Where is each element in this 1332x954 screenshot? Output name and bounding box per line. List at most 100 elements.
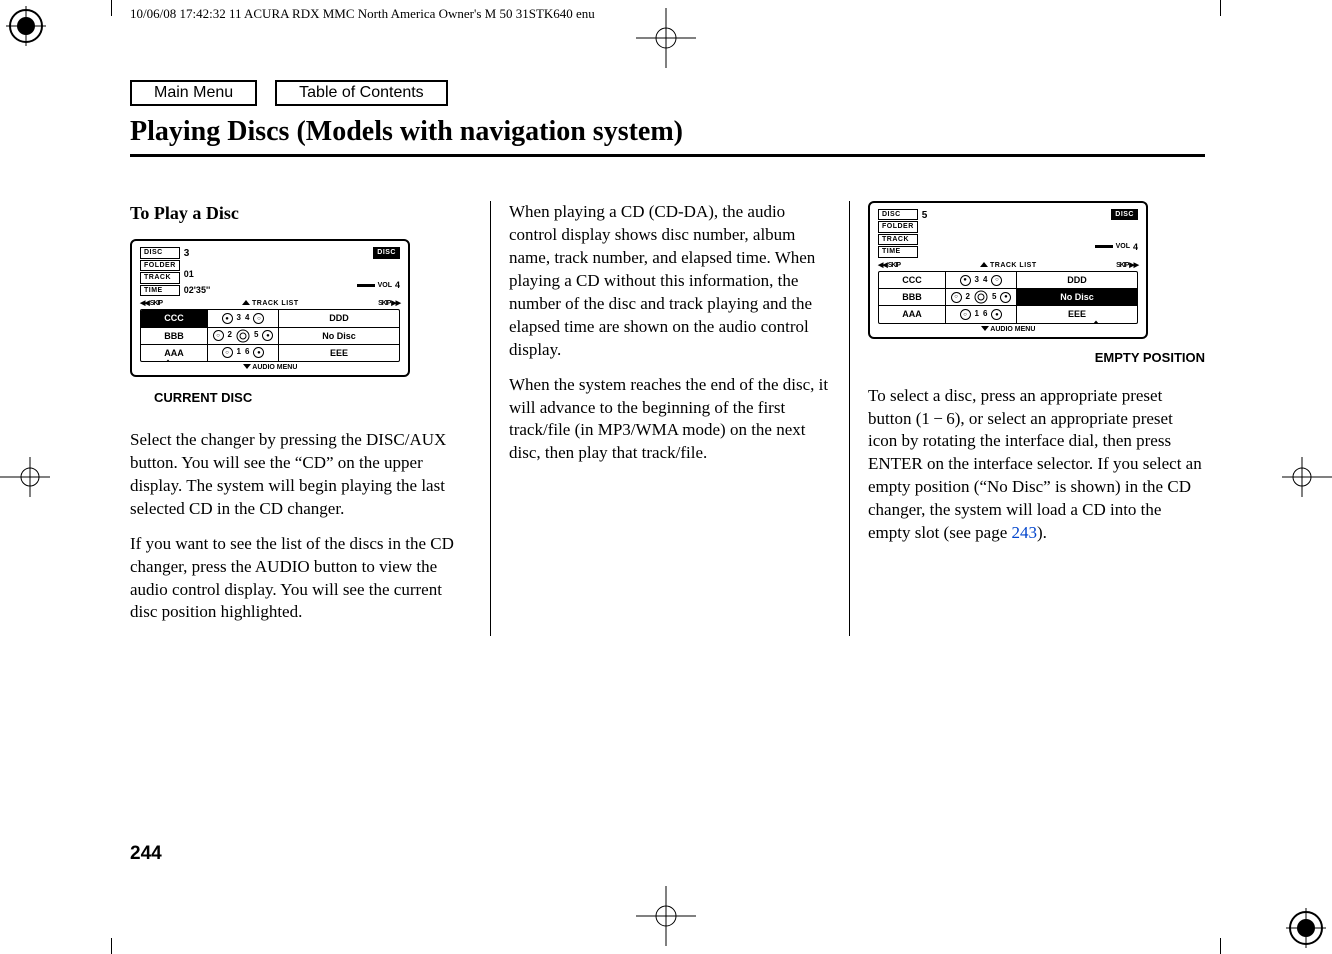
preset-3: 3 [237,313,241,324]
preset-eee: EEE [1017,306,1137,322]
time-label: TIME [140,285,180,296]
preset-bbb: BBB [141,328,208,344]
body-text: Select the changer by pressing the DISC/… [130,429,472,521]
disc-badge: DISC [1111,209,1138,220]
preset-6: 6 [983,309,987,320]
body-text: To select a disc, press an appropriate p… [868,385,1205,546]
vol-label: VOL [1116,242,1130,251]
header-timestamp: 10/06/08 17:42:32 11 ACURA RDX MMC North… [130,6,595,22]
preset-ccc: CCC [141,310,208,326]
triangle-down-icon [243,364,251,369]
crosshair-icon [636,8,696,68]
elapsed-time: 02'35'' [184,284,210,296]
preset-ccc: CCC [879,272,946,288]
preset-icon: ● [222,313,233,324]
preset-ddd: DDD [279,310,399,326]
crosshair-icon [1282,457,1332,497]
triangle-up-icon [242,300,250,305]
skip-fwd-label: SKIP ▶▶ [378,299,400,308]
preset-icon: ○ [960,309,971,320]
preset-2: 2 [228,330,232,341]
page-title: Playing Discs (Models with navigation sy… [130,112,1205,157]
column-1: To Play a Disc DISC FOLDER TRACK TIME [130,201,490,636]
preset-icon: ○ [222,347,233,358]
disc-label: DISC [878,209,918,220]
crosshair-icon [0,457,50,497]
preset-bbb: BBB [879,289,946,305]
track-list-label: TRACK LIST [990,262,1037,269]
preset-2: 2 [966,292,970,303]
preset-eee: EEE [279,345,399,361]
audio-menu-label: AUDIO MENU [252,364,297,371]
preset-icon: ○ [991,275,1002,286]
page-number: 244 [130,843,162,865]
body-text-part: To select a disc, press an appropriate p… [868,386,1202,543]
column-2: When playing a CD (CD-DA), the audio con… [490,201,850,636]
audio-display-figure-2: DISC FOLDER TRACK TIME 5 DISC VOL 4 [868,201,1148,339]
track-label: TRACK [878,234,918,245]
empty-position-label: EMPTY POSITION [868,349,1205,367]
preset-1: 1 [237,347,241,358]
folder-label: FOLDER [878,221,918,232]
preset-icon: ● [1000,292,1011,303]
disc-number: 5 [922,209,928,223]
dial-icon [974,290,988,304]
columns: To Play a Disc DISC FOLDER TRACK TIME [130,201,1205,636]
time-label: TIME [878,246,918,257]
body-text: When playing a CD (CD-DA), the audio con… [509,201,831,362]
volume-bar-icon [1095,245,1113,248]
skip-back-label: ◀◀ SKIP [140,299,162,308]
skip-fwd-label: SKIP ▶▶ [1116,261,1138,270]
column-3: DISC FOLDER TRACK TIME 5 DISC VOL 4 [850,201,1205,636]
body-text: When the system reaches the end of the d… [509,374,831,466]
preset-icon: ● [991,309,1002,320]
disc-number: 3 [184,247,210,261]
content-area: Main Menu Table of Contents Playing Disc… [130,80,1205,636]
track-number: 01 [184,268,210,280]
preset-4: 4 [245,313,249,324]
preset-icon: ● [262,330,273,341]
preset-icon: ○ [213,330,224,341]
subheading: To Play a Disc [130,201,472,225]
preset-icon: ○ [253,313,264,324]
crop-mark [1220,0,1221,16]
vol-value: 4 [395,279,400,291]
vol-label: VOL [378,281,392,290]
preset-no-disc: No Disc [1017,289,1137,305]
preset-6: 6 [245,347,249,358]
body-text: If you want to see the list of the discs… [130,533,472,625]
main-menu-button[interactable]: Main Menu [130,80,257,106]
disc-label: DISC [140,247,180,258]
preset-4: 4 [983,275,987,286]
track-list-label: TRACK LIST [252,300,299,307]
audio-display-figure-1: DISC FOLDER TRACK TIME 3 01 02'35'' [130,239,410,377]
volume-bar-icon [357,284,375,287]
skip-back-label: ◀◀ SKIP [878,261,900,270]
nav-buttons: Main Menu Table of Contents [130,80,1205,106]
registration-mark-icon [6,6,46,46]
crop-mark [111,938,112,954]
preset-no-disc: No Disc [279,328,399,344]
crosshair-icon [636,886,696,946]
triangle-up-icon [980,262,988,267]
crop-mark [111,0,112,16]
dial-icon [236,329,250,343]
current-disc-label: CURRENT DISC [154,389,472,407]
disc-badge: DISC [373,247,400,258]
preset-icon: ○ [951,292,962,303]
registration-mark-icon [1286,908,1326,948]
preset-1: 1 [975,309,979,320]
table-of-contents-button[interactable]: Table of Contents [275,80,448,106]
folder-label: FOLDER [140,260,180,271]
triangle-down-icon [981,326,989,331]
page-link-243[interactable]: 243 [1012,523,1038,542]
preset-5: 5 [992,292,996,303]
preset-ddd: DDD [1017,272,1137,288]
preset-icon: ● [253,347,264,358]
audio-menu-label: AUDIO MENU [990,326,1035,333]
preset-aaa: AAA [879,306,946,322]
preset-icon: ● [960,275,971,286]
preset-5: 5 [254,330,258,341]
track-label: TRACK [140,272,180,283]
body-text-part: ). [1037,523,1047,542]
